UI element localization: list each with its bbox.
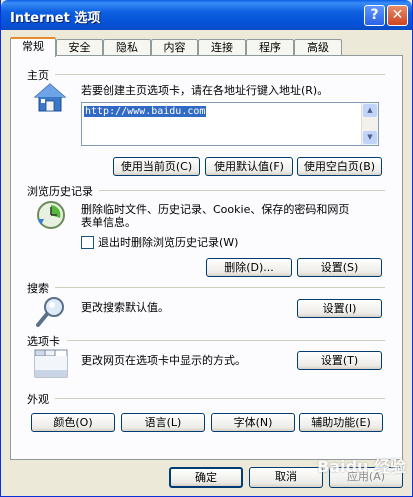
scroll-down-arrow-icon[interactable]: ▼ xyxy=(363,131,377,144)
appearance-section-label: 外观 xyxy=(27,393,49,406)
delete-on-exit-checkbox[interactable] xyxy=(81,236,94,249)
history-description-line1: 删除临时文件、历史记录、Cookie、保存的密码和网页 xyxy=(81,203,350,216)
home-section-label: 主页 xyxy=(27,69,49,82)
history-section-label: 浏览历史记录 xyxy=(27,185,93,198)
tab-security[interactable]: 安全 xyxy=(56,39,103,56)
close-button[interactable]: ✕ xyxy=(387,5,408,26)
history-settings-button[interactable]: 设置(S) xyxy=(297,258,382,277)
search-settings-button[interactable]: 设置(I) xyxy=(297,299,382,318)
search-description: 更改搜索默认值。 xyxy=(81,301,169,314)
internet-options-window: Internet 选项 ? ✕ 常规 安全 隐私 内容 连接 程序 高级 主页 … xyxy=(0,0,413,497)
tab-advanced[interactable]: 高级 xyxy=(294,39,342,56)
window-title: Internet 选项 xyxy=(10,11,101,26)
home-icon xyxy=(33,83,67,112)
languages-button[interactable]: 语言(L) xyxy=(121,413,205,432)
history-description-line2: 表单信息。 xyxy=(81,216,136,229)
history-clock-icon xyxy=(37,201,65,229)
tab-programs[interactable]: 程序 xyxy=(246,39,294,56)
appearance-divider xyxy=(55,398,385,399)
url-scrollbar[interactable]: ▲ ▼ xyxy=(361,103,378,145)
delete-history-button[interactable]: 删除(D)... xyxy=(206,258,292,277)
use-current-button[interactable]: 使用当前页(C) xyxy=(113,157,200,176)
colors-button[interactable]: 颜色(O) xyxy=(31,413,115,432)
tab-general[interactable]: 常规 xyxy=(10,37,56,57)
scroll-up-arrow-icon[interactable]: ▲ xyxy=(363,104,377,117)
tab-content[interactable]: 内容 xyxy=(151,39,198,56)
tab-connections[interactable]: 连接 xyxy=(198,39,246,56)
title-bar: Internet 选项 ? ✕ xyxy=(1,0,412,30)
fonts-button[interactable]: 字体(N) xyxy=(211,413,295,432)
magnifier-icon xyxy=(36,297,64,327)
accessibility-button[interactable]: 辅助功能(E) xyxy=(299,413,383,432)
history-divider xyxy=(99,190,385,191)
delete-on-exit-label: 退出时删除浏览历史记录(W) xyxy=(98,236,239,249)
use-default-button[interactable]: 使用默认值(F) xyxy=(205,157,293,176)
search-divider xyxy=(55,287,385,288)
cancel-button[interactable]: 取消 xyxy=(249,467,323,488)
home-url-textarea[interactable]: http://www.baidu.com ▲ ▼ xyxy=(81,102,379,146)
search-section-label: 搜索 xyxy=(27,282,49,295)
home-description: 若要创建主页选项卡，请在各地址行键入地址(R)。 xyxy=(81,84,329,97)
home-url-value: http://www.baidu.com xyxy=(84,106,207,117)
tabbed-window-icon xyxy=(34,349,68,378)
use-blank-button[interactable]: 使用空白页(B) xyxy=(297,157,382,176)
help-button[interactable]: ? xyxy=(364,5,385,26)
tabs-settings-button[interactable]: 设置(T) xyxy=(297,351,382,370)
home-divider xyxy=(55,74,385,75)
tab-privacy[interactable]: 隐私 xyxy=(103,39,151,56)
tabs-description: 更改网页在选项卡中显示的方式。 xyxy=(81,354,246,367)
watermark: Baidu 经验 xyxy=(317,457,406,476)
tabs-divider xyxy=(67,340,385,341)
ok-button[interactable]: 确定 xyxy=(169,467,243,488)
